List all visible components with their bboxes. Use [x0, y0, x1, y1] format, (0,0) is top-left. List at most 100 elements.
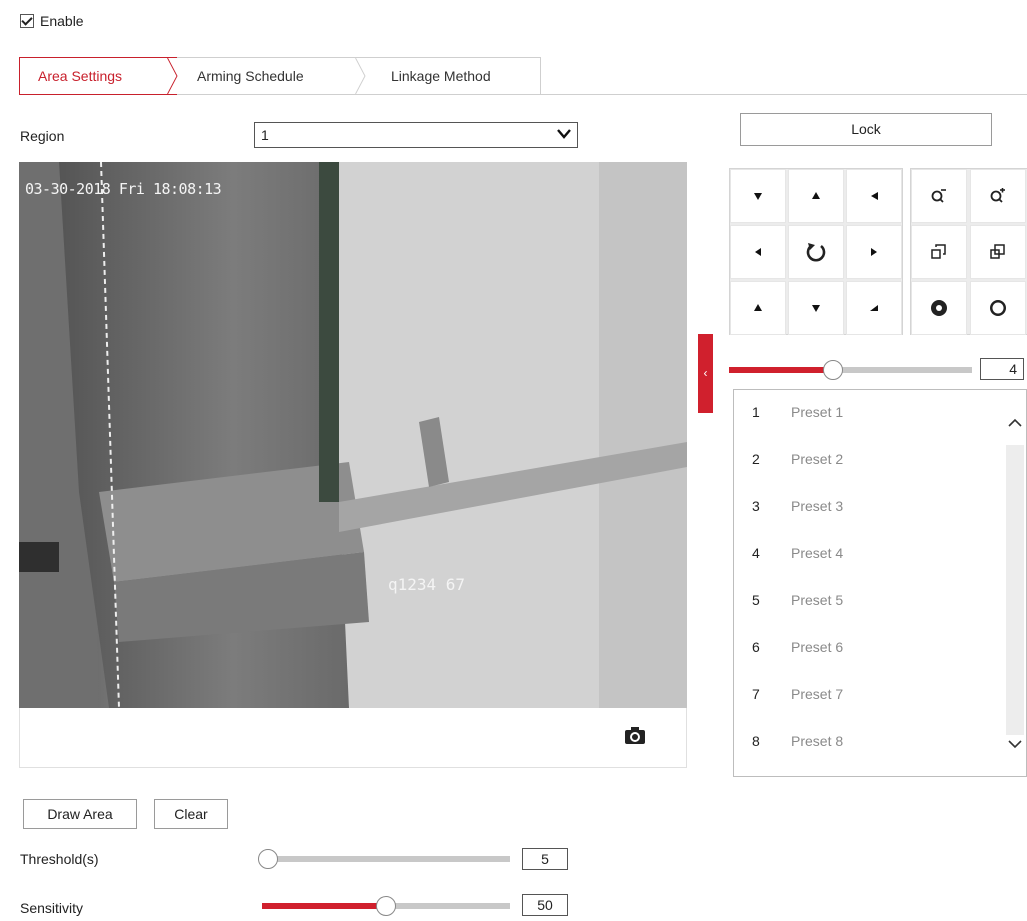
focus-near-icon: [931, 244, 946, 259]
ptz-left-button[interactable]: [730, 225, 786, 279]
arrow-down-left-icon: [754, 193, 762, 200]
iris-close-icon: [931, 300, 947, 316]
tab-area-settings[interactable]: Area Settings: [19, 57, 178, 95]
region-select[interactable]: 1: [254, 122, 578, 148]
preset-item[interactable]: 3 Preset 3: [734, 488, 1004, 524]
tab-bar: Area Settings Arming Schedule Linkage Me…: [19, 57, 541, 95]
ptz-speed-slider-track[interactable]: [729, 360, 972, 380]
ptz-speed-slider-thumb[interactable]: [823, 360, 844, 380]
osd-timestamp: 03-30-2018 Fri 18:08:13: [25, 180, 222, 198]
clear-button[interactable]: Clear: [154, 799, 228, 829]
enable-checkbox[interactable]: [20, 14, 34, 28]
preset-item[interactable]: 8 Preset 8: [734, 723, 1004, 759]
preset-item[interactable]: 5 Preset 5: [734, 582, 1004, 618]
draw-area-button[interactable]: Draw Area: [23, 799, 137, 829]
chevron-down-icon: [557, 129, 571, 139]
preset-number: 8: [752, 733, 760, 749]
arrow-left-icon: [755, 248, 761, 256]
preset-number: 7: [752, 686, 760, 702]
enable-label: Enable: [40, 13, 84, 29]
ptz-speed-slider-fill: [729, 367, 834, 373]
zoom-in-icon: [990, 188, 1005, 203]
sensitivity-label: Sensitivity: [20, 900, 84, 916]
region-value: 1: [261, 127, 269, 143]
ptz-speed-value[interactable]: 4: [980, 358, 1024, 380]
preset-number: 5: [752, 592, 760, 608]
preset-item[interactable]: 6 Preset 6: [734, 629, 1004, 665]
tab-label: Arming Schedule: [197, 68, 304, 84]
scrollbar-thumb[interactable]: [1006, 445, 1024, 735]
preset-name: Preset 6: [791, 639, 844, 655]
preset-number: 1: [752, 404, 760, 420]
tab-arming-schedule[interactable]: Arming Schedule: [177, 58, 366, 94]
focus-far-button[interactable]: [970, 225, 1026, 279]
zoom-out-icon: [931, 189, 946, 203]
preset-item[interactable]: 7 Preset 7: [734, 676, 1004, 712]
chevron-up-icon: [1008, 418, 1022, 427]
preset-name: Preset 1: [791, 404, 844, 420]
live-video[interactable]: [19, 162, 687, 708]
focus-near-button[interactable]: [911, 225, 967, 279]
preset-name: Preset 3: [791, 498, 844, 514]
ptz-down-left-button[interactable]: [730, 281, 786, 335]
preset-name: Preset 8: [791, 733, 844, 749]
enable-checkbox-row[interactable]: Enable: [20, 10, 84, 32]
tab-divider: [540, 94, 1027, 95]
scroll-up-button[interactable]: [1006, 414, 1024, 432]
threshold-label: Threshold(s): [20, 851, 99, 867]
iris-close-button[interactable]: [911, 281, 967, 335]
threshold-slider-track[interactable]: [258, 849, 510, 869]
arrow-down-right-icon: [871, 192, 878, 200]
preset-scrollbar[interactable]: [1004, 390, 1026, 776]
iris-open-button[interactable]: [970, 281, 1026, 335]
preset-name: Preset 7: [791, 686, 844, 702]
tab-label: Linkage Method: [391, 68, 491, 84]
zoom-out-button[interactable]: [911, 169, 967, 223]
preset-number: 4: [752, 545, 760, 561]
threshold-slider-thumb[interactable]: [258, 849, 278, 869]
arrow-down-icon: [812, 305, 820, 312]
threshold-value[interactable]: 5: [522, 848, 568, 870]
ptz-up-right-button[interactable]: [846, 169, 902, 223]
ptz-down-button[interactable]: [788, 281, 844, 335]
preset-item[interactable]: 2 Preset 2: [734, 441, 1004, 477]
scroll-down-button[interactable]: [1006, 735, 1024, 753]
ptz-control-pad: [729, 168, 1027, 335]
collapse-panel-button[interactable]: ‹: [698, 334, 713, 413]
ptz-down-right-button[interactable]: [846, 281, 902, 335]
preset-name: Preset 4: [791, 545, 844, 561]
preset-list: 1 Preset 1 2 Preset 2 3 Preset 3 4 Preset 4 5 Pre…: [733, 389, 1027, 777]
camera-icon[interactable]: [624, 727, 646, 745]
arrow-up-icon: [812, 192, 820, 199]
osd-text: q1234 67: [388, 575, 466, 594]
preset-number: 2: [752, 451, 760, 467]
preset-item[interactable]: 1 Preset 1: [734, 394, 1004, 430]
tab-linkage-method[interactable]: Linkage Method: [365, 58, 539, 94]
tab-label: Area Settings: [38, 68, 123, 84]
auto-rotate-button[interactable]: [788, 225, 844, 279]
auto-rotate-icon: [806, 243, 826, 262]
sensitivity-value[interactable]: 50: [522, 894, 568, 916]
lock-button[interactable]: Lock: [740, 113, 992, 146]
chevron-left-icon: ‹: [703, 366, 708, 380]
preset-name: Preset 5: [791, 592, 844, 608]
zoom-in-button[interactable]: [970, 169, 1026, 223]
iris-open-icon: [990, 300, 1006, 316]
preset-item[interactable]: 4 Preset 4: [734, 535, 1004, 571]
video-toolbar: [19, 708, 687, 768]
focus-far-icon: [990, 244, 1005, 259]
preset-number: 6: [752, 639, 760, 655]
chevron-down-icon: [1008, 740, 1022, 749]
ptz-right-button[interactable]: [846, 225, 902, 279]
camera-image: [19, 162, 687, 708]
ptz-up-left-button[interactable]: [730, 169, 786, 223]
sensitivity-slider-track[interactable]: [262, 896, 510, 916]
preset-number: 3: [752, 498, 760, 514]
preset-name: Preset 2: [791, 451, 844, 467]
arrow-right-icon: [871, 248, 877, 256]
ptz-up-button[interactable]: [788, 169, 844, 223]
sensitivity-slider-fill: [262, 903, 386, 909]
arrow-up-right-icon: [870, 305, 878, 311]
sensitivity-slider-thumb[interactable]: [376, 896, 396, 916]
arrow-up-left-icon: [754, 304, 762, 311]
